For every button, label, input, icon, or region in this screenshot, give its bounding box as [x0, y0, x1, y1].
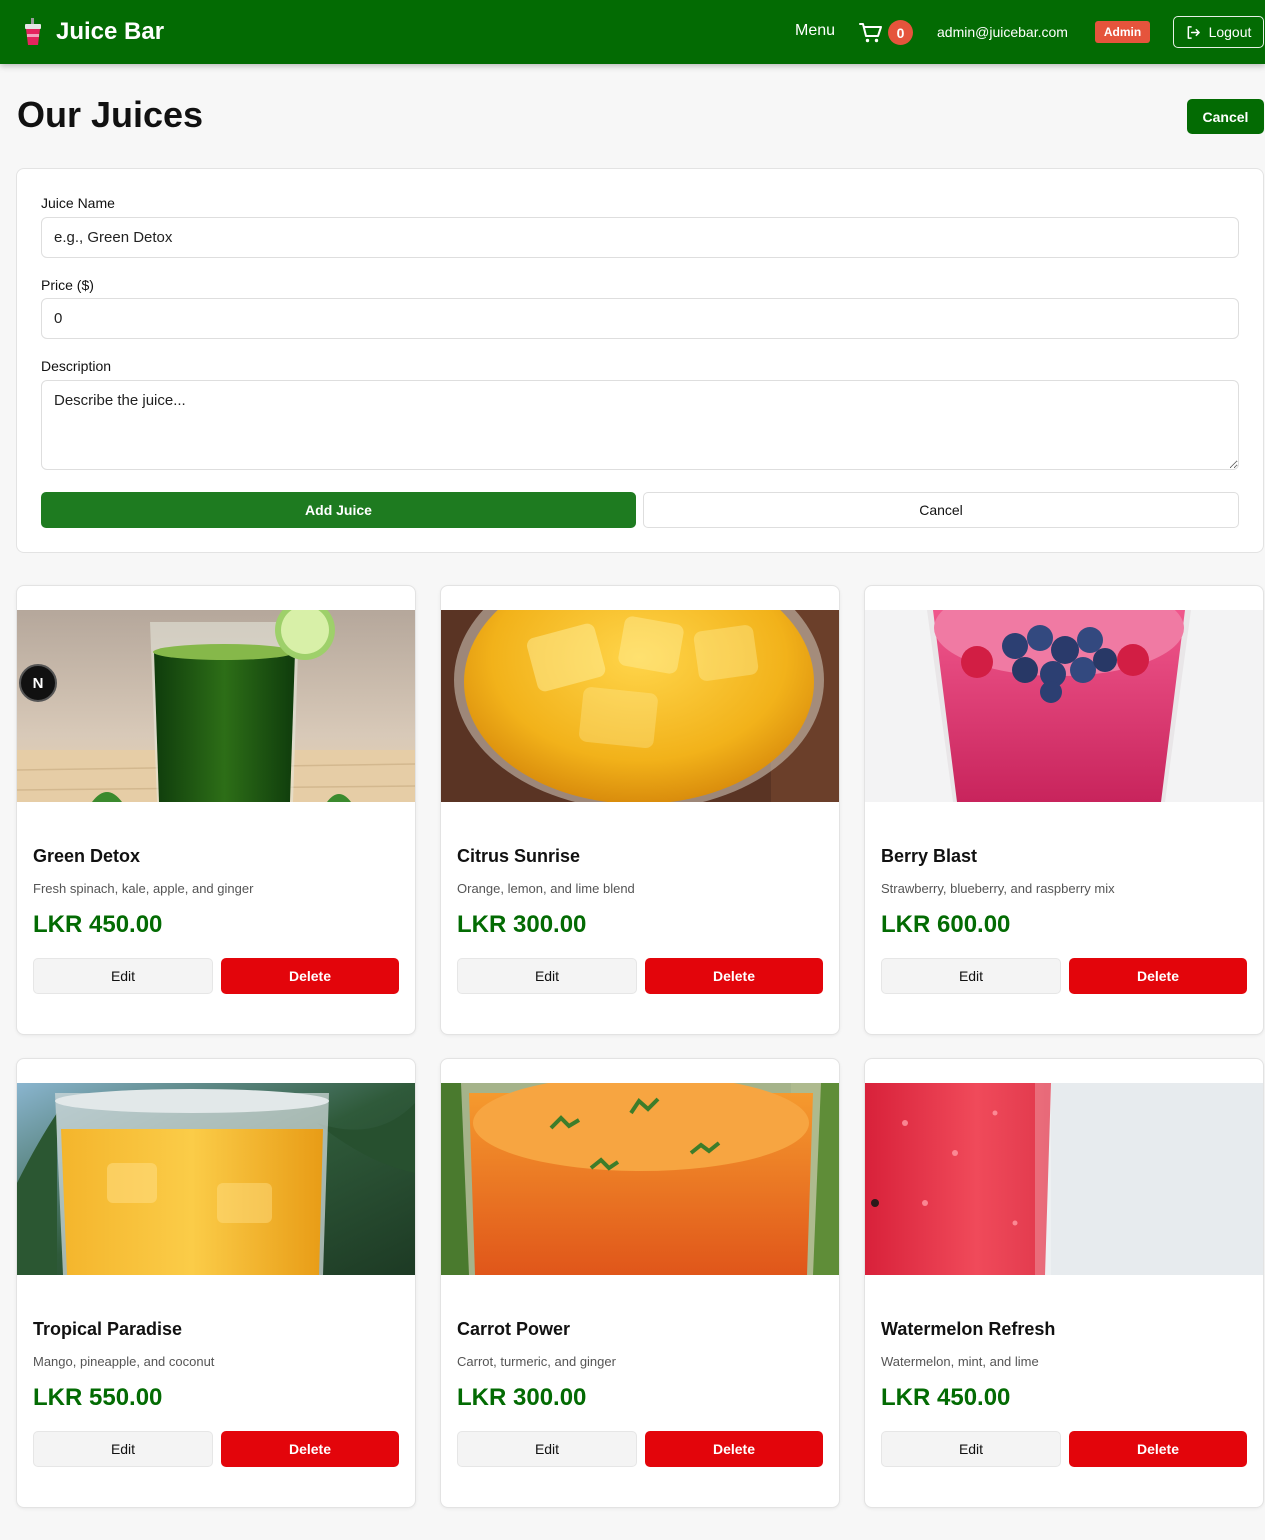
juice-name: Green Detox: [33, 846, 141, 866]
juice-card: Watermelon Refresh Watermelon, mint, and…: [864, 1058, 1264, 1508]
juice-description: Orange, lemon, and lime blend: [457, 881, 635, 896]
juice-card: Green Detox Fresh spinach, kale, apple, …: [16, 585, 416, 1035]
juice-image: [17, 610, 415, 802]
brand-name: Juice Bar: [56, 18, 165, 45]
delete-button[interactable]: Delete: [1069, 1431, 1247, 1467]
juice-card: Citrus Sunrise Orange, lemon, and lime b…: [440, 585, 840, 1035]
cart-icon[interactable]: [859, 22, 883, 44]
price-input[interactable]: [41, 298, 1239, 339]
top-navbar: Juice Bar Menu 0 admin@juicebar.com Admi…: [0, 0, 1265, 64]
description-textarea[interactable]: [41, 380, 1239, 470]
logout-icon: [1187, 25, 1200, 39]
juice-card: Carrot Power Carrot, turmeric, and ginge…: [440, 1058, 840, 1508]
price-label: Price ($): [41, 277, 94, 293]
juice-image: [865, 610, 1263, 802]
juice-image: [441, 1083, 839, 1275]
juice-card: Berry Blast Strawberry, blueberry, and r…: [864, 585, 1264, 1035]
logout-label: Logout: [1208, 24, 1252, 40]
edit-button[interactable]: Edit: [881, 1431, 1061, 1467]
edit-button[interactable]: Edit: [33, 1431, 213, 1467]
juice-cup-icon: [25, 18, 41, 45]
juice-price: LKR 450.00: [881, 1384, 1011, 1411]
add-juice-form: Juice Name Price ($) Description Add Jui…: [16, 168, 1264, 553]
page-title: Our Juices: [17, 94, 204, 135]
edit-button[interactable]: Edit: [457, 1431, 637, 1467]
juice-card: Tropical Paradise Mango, pineapple, and …: [16, 1058, 416, 1508]
juice-price: LKR 550.00: [33, 1384, 163, 1411]
juice-price: LKR 300.00: [457, 911, 587, 938]
toggle-form-cancel-button[interactable]: Cancel: [1187, 99, 1264, 134]
logout-button[interactable]: Logout: [1173, 16, 1264, 48]
juice-description: Carrot, turmeric, and ginger: [457, 1354, 616, 1369]
juice-price: LKR 600.00: [881, 911, 1011, 938]
juice-description: Watermelon, mint, and lime: [881, 1354, 1039, 1369]
edit-button[interactable]: Edit: [33, 958, 213, 994]
juice-name: Watermelon Refresh: [881, 1319, 1056, 1339]
juice-description: Strawberry, blueberry, and raspberry mix: [881, 881, 1115, 896]
juice-image: [865, 1083, 1263, 1275]
add-juice-button[interactable]: Add Juice: [41, 492, 636, 528]
cart-count-badge: 0: [888, 20, 913, 45]
juice-name: Tropical Paradise: [33, 1319, 183, 1339]
description-label: Description: [41, 358, 112, 374]
juice-name-label: Juice Name: [41, 195, 115, 211]
delete-button[interactable]: Delete: [221, 1431, 399, 1467]
juice-image: [17, 1083, 415, 1275]
delete-button[interactable]: Delete: [645, 958, 823, 994]
juice-price: LKR 300.00: [457, 1384, 587, 1411]
juice-name: Berry Blast: [881, 846, 978, 866]
juice-description: Fresh spinach, kale, apple, and ginger: [33, 881, 254, 896]
delete-button[interactable]: Delete: [1069, 958, 1247, 994]
nav-menu-link[interactable]: Menu: [795, 22, 835, 40]
role-badge: Admin: [1095, 21, 1150, 43]
user-email: admin@juicebar.com: [937, 24, 1068, 40]
juice-name-input[interactable]: [41, 217, 1239, 258]
juice-name: Citrus Sunrise: [457, 846, 581, 866]
dev-tools-badge[interactable]: N: [19, 664, 57, 702]
brand-logo-link[interactable]: Juice Bar: [22, 16, 164, 48]
juice-price: LKR 450.00: [33, 911, 163, 938]
form-cancel-button[interactable]: Cancel: [643, 492, 1239, 528]
juice-image: [441, 610, 839, 802]
delete-button[interactable]: Delete: [645, 1431, 823, 1467]
delete-button[interactable]: Delete: [221, 958, 399, 994]
juice-name: Carrot Power: [457, 1319, 571, 1339]
edit-button[interactable]: Edit: [457, 958, 637, 994]
juice-description: Mango, pineapple, and coconut: [33, 1354, 215, 1369]
edit-button[interactable]: Edit: [881, 958, 1061, 994]
